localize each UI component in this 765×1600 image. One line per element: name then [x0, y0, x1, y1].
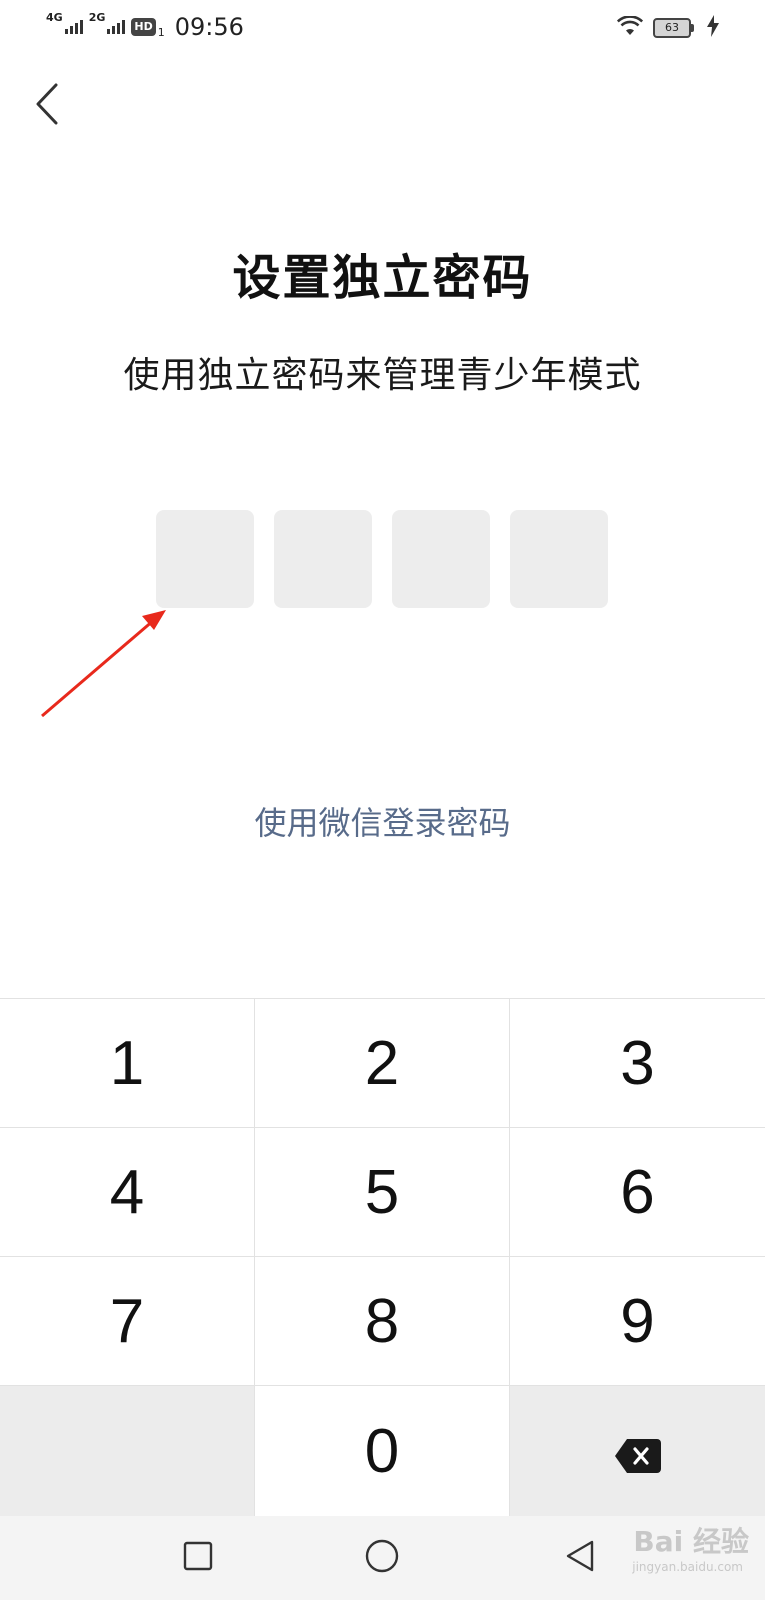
wifi-icon: [616, 15, 644, 40]
pin-digit-box[interactable]: [510, 510, 608, 608]
circle-home-icon: [365, 1539, 399, 1577]
key-6[interactable]: 6: [510, 1128, 765, 1257]
system-nav-bar: [0, 1516, 765, 1600]
network-type-label: 4G: [46, 11, 63, 24]
key-4[interactable]: 4: [0, 1128, 255, 1257]
hd-volte-icon: HD: [131, 18, 156, 36]
page-title: 设置独立密码: [232, 250, 533, 306]
key-3[interactable]: 3: [510, 999, 765, 1128]
recent-apps-button[interactable]: [174, 1534, 222, 1582]
key-7[interactable]: 7: [0, 1257, 255, 1386]
triangle-back-icon: [565, 1539, 595, 1577]
chevron-left-icon: [34, 83, 60, 129]
clock: 09:56: [174, 13, 244, 41]
status-right: 63: [616, 14, 719, 42]
hd-sim-index: 1: [157, 25, 165, 39]
key-blank: [0, 1386, 255, 1517]
pin-digit-box[interactable]: [274, 510, 372, 608]
status-left: 4G 2G HD 1 09:56: [46, 11, 244, 42]
network-type-label: 2G: [88, 11, 106, 24]
key-5[interactable]: 5: [255, 1128, 510, 1257]
charging-icon: [707, 15, 719, 41]
numeric-keypad: 1 2 3 4 5 6 7 8 9 0: [0, 998, 765, 1517]
pin-digit-box[interactable]: [392, 510, 490, 608]
square-recent-icon: [183, 1541, 213, 1575]
pin-digit-box[interactable]: [156, 510, 254, 608]
pin-input-group: [156, 510, 608, 608]
use-wechat-password-link[interactable]: 使用微信登录密码: [0, 798, 765, 844]
status-bar: 4G 2G HD 1 09:56 63: [0, 0, 765, 54]
signal-icon: 2G: [89, 11, 126, 34]
key-8[interactable]: 8: [255, 1257, 510, 1386]
key-0[interactable]: 0: [255, 1386, 510, 1517]
backspace-icon: [614, 1415, 661, 1488]
back-button[interactable]: [22, 78, 72, 134]
key-1[interactable]: 1: [0, 999, 255, 1128]
signal-icon: 4G: [46, 11, 83, 34]
key-2[interactable]: 2: [255, 999, 510, 1128]
home-button[interactable]: [358, 1534, 406, 1582]
delete-key[interactable]: [510, 1386, 765, 1517]
system-back-button[interactable]: [556, 1534, 604, 1582]
page-subtitle: 使用独立密码来管理青少年模式: [123, 355, 642, 396]
battery-icon: 63: [653, 18, 694, 38]
key-9[interactable]: 9: [510, 1257, 765, 1386]
